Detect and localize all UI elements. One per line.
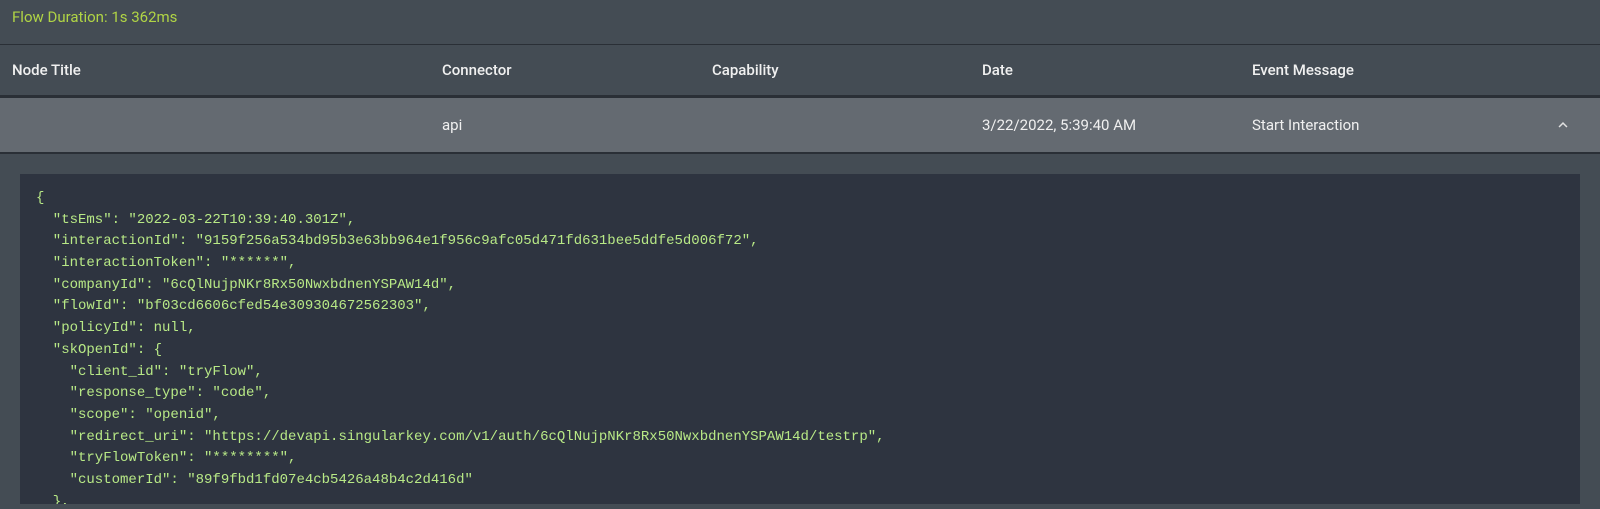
cell-connector: api	[442, 116, 712, 134]
col-capability: Capability	[712, 61, 982, 79]
cell-date: 3/22/2022, 5:39:40 AM	[982, 116, 1252, 134]
col-date: Date	[982, 61, 1252, 79]
json-detail-panel: { "tsEms": "2022-03-22T10:39:40.301Z", "…	[20, 174, 1580, 504]
col-connector: Connector	[442, 61, 712, 79]
flow-duration-value: 1s 362ms	[111, 8, 177, 26]
table-row[interactable]: api 3/22/2022, 5:39:40 AM Start Interact…	[0, 98, 1600, 153]
col-event-message: Event Message	[1252, 61, 1538, 79]
flow-duration-label: Flow Duration:	[12, 8, 108, 26]
collapse-icon[interactable]	[1538, 116, 1588, 134]
flow-duration: Flow Duration: 1s 362ms	[0, 0, 1600, 34]
col-node-title: Node Title	[12, 61, 442, 79]
json-content: { "tsEms": "2022-03-22T10:39:40.301Z", "…	[36, 188, 1564, 504]
table-header-row: Node Title Connector Capability Date Eve…	[0, 45, 1600, 98]
events-table: Node Title Connector Capability Date Eve…	[0, 44, 1600, 154]
cell-event-message: Start Interaction	[1252, 116, 1538, 134]
